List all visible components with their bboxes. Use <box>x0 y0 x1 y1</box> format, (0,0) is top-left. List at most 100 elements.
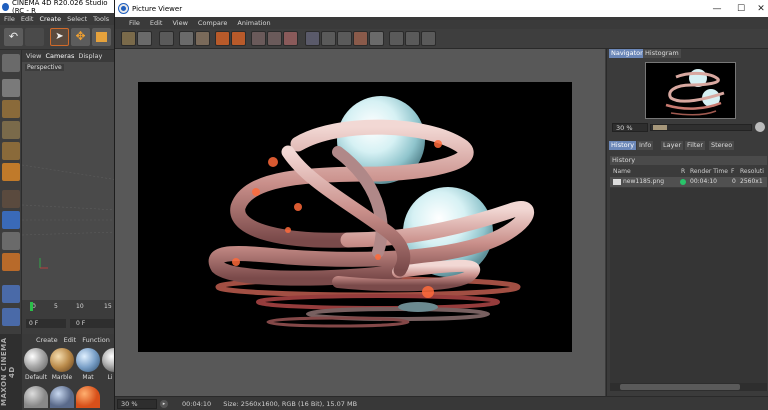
ab-set-icon[interactable] <box>283 31 298 46</box>
current-frame-field[interactable]: 0 F <box>70 319 114 328</box>
tab-history[interactable]: History <box>609 141 637 150</box>
column-resolution[interactable]: Resoluti <box>740 167 764 176</box>
material-swatch[interactable] <box>24 386 48 408</box>
tab-layer[interactable]: Layer <box>661 141 684 150</box>
viewport-menu-view[interactable]: View <box>26 52 41 60</box>
viewport-menubar: View Cameras Display <box>22 50 118 62</box>
material-swatch[interactable] <box>50 386 74 408</box>
pv-menu-file[interactable]: File <box>129 19 140 27</box>
move-tool-button[interactable]: ✥ <box>71 28 90 46</box>
zoom-reset-icon[interactable] <box>755 122 765 132</box>
c4d-menu-edit[interactable]: Edit <box>21 15 34 23</box>
material-swatch-mat[interactable] <box>76 348 100 372</box>
channel-red-icon[interactable] <box>353 31 368 46</box>
pv-menu-edit[interactable]: Edit <box>150 19 163 27</box>
undo-button[interactable]: ↶ <box>4 28 23 46</box>
column-render-time[interactable]: Render Time <box>690 167 728 176</box>
lock-icon[interactable] <box>2 285 20 303</box>
picture-viewer-toolbar <box>115 29 768 49</box>
render-scene-graphic <box>208 96 534 328</box>
tab-info[interactable]: Info <box>637 141 654 150</box>
c4d-timeline[interactable]: 0 5 10 15 0 F 0 F <box>22 300 118 334</box>
c4d-menu-file[interactable]: File <box>4 15 15 23</box>
select-cursor-button[interactable]: ➤ <box>50 28 69 46</box>
model-mode-icon[interactable] <box>2 54 20 72</box>
c4d-menubar: File Edit Create Select Tools <box>0 13 118 25</box>
column-name[interactable]: Name <box>613 167 631 176</box>
pv-menu-compare[interactable]: Compare <box>198 19 228 27</box>
sphere-render-icon[interactable] <box>195 31 210 46</box>
material-menu-create[interactable]: Create <box>36 336 58 346</box>
cinema4d-logo-icon <box>2 2 9 11</box>
channel-rgb-icon[interactable] <box>305 31 320 46</box>
history-item-resolution: 2560x1 <box>740 178 763 185</box>
timeline-tick: 15 <box>104 303 112 310</box>
ab-swap-icon[interactable] <box>267 31 282 46</box>
history-row[interactable]: new1185.png 00:04:10 0 2560x1 <box>610 177 767 187</box>
column-f[interactable]: F <box>731 167 734 176</box>
material-menu-edit[interactable]: Edit <box>64 336 77 346</box>
material-swatch-marble[interactable] <box>50 348 74 372</box>
info-icon[interactable] <box>421 31 436 46</box>
image-canvas[interactable] <box>115 49 605 396</box>
stop-render-icon[interactable] <box>215 31 230 46</box>
points-mode-icon[interactable] <box>2 121 20 139</box>
pv-menu-view[interactable]: View <box>172 19 187 27</box>
material-swatch[interactable] <box>76 386 100 408</box>
navigator-thumbnail[interactable] <box>645 62 736 119</box>
history-list[interactable] <box>610 188 767 383</box>
timeline-tick: 5 <box>54 303 58 310</box>
material-menu-function[interactable]: Function <box>82 336 110 346</box>
snap-icon[interactable] <box>2 232 20 250</box>
scrollbar-thumb[interactable] <box>620 384 740 390</box>
right-panel: Navigator Histogram 30 % History Info La… <box>606 49 768 396</box>
magnet-icon[interactable] <box>2 253 20 271</box>
zoom-dropdown-icon[interactable]: ▸ <box>160 399 168 408</box>
polygons-mode-icon[interactable] <box>2 163 20 181</box>
checkerboard-icon[interactable] <box>159 31 174 46</box>
channel-icon[interactable] <box>337 31 352 46</box>
navigator-preview-graphic <box>665 69 725 116</box>
navigator-zoom-field[interactable]: 30 % <box>612 123 648 132</box>
slider-knob[interactable] <box>653 125 667 130</box>
filter-icon[interactable] <box>389 31 404 46</box>
c4d-viewport[interactable]: View Cameras Display Perspective <box>22 50 118 300</box>
material-swatch-default[interactable] <box>24 348 48 372</box>
status-zoom-field[interactable]: 30 % <box>117 398 157 409</box>
timeline-ruler: 0 5 10 15 <box>28 303 116 311</box>
viewport-menu-display[interactable]: Display <box>78 52 102 60</box>
history-column-headers: Name R Render Time F Resoluti <box>610 167 767 176</box>
scale-tool-button[interactable] <box>92 28 111 46</box>
viewport-menu-cameras[interactable]: Cameras <box>45 52 74 60</box>
save-icon[interactable] <box>137 31 152 46</box>
close-button[interactable]: ✕ <box>747 0 768 17</box>
c4d-menu-select[interactable]: Select <box>67 15 87 23</box>
history-horizontal-scrollbar[interactable] <box>610 383 767 391</box>
tab-navigator[interactable]: Navigator <box>609 49 645 58</box>
tab-filter[interactable]: Filter <box>685 141 706 150</box>
tab-histogram[interactable]: Histogram <box>643 49 681 58</box>
layer-icon[interactable] <box>405 31 420 46</box>
c4d-menu-create[interactable]: Create <box>39 15 61 23</box>
tweak-icon[interactable] <box>2 211 20 229</box>
ab-compare-icon[interactable] <box>251 31 266 46</box>
start-frame-field[interactable]: 0 F <box>26 319 66 328</box>
timeline-playhead[interactable] <box>30 302 33 311</box>
column-r[interactable]: R <box>681 167 685 176</box>
navigator-zoom-slider[interactable] <box>650 124 752 131</box>
stereo-icon[interactable] <box>369 31 384 46</box>
open-folder-icon[interactable] <box>121 31 136 46</box>
grid-icon[interactable] <box>2 308 20 326</box>
edges-mode-icon[interactable] <box>2 142 20 160</box>
cube-icon[interactable] <box>2 79 20 97</box>
channel-alpha-icon[interactable] <box>321 31 336 46</box>
thumbnail-icon <box>613 179 621 185</box>
c4d-menu-tools[interactable]: Tools <box>93 15 109 23</box>
region-render-icon[interactable] <box>179 31 194 46</box>
redo-button[interactable] <box>25 28 44 46</box>
checker-icon[interactable] <box>2 100 20 118</box>
render-icon[interactable] <box>231 31 246 46</box>
tab-stereo[interactable]: Stereo <box>709 141 735 150</box>
axis-icon[interactable] <box>2 190 20 208</box>
pv-menu-animation[interactable]: Animation <box>237 19 270 27</box>
